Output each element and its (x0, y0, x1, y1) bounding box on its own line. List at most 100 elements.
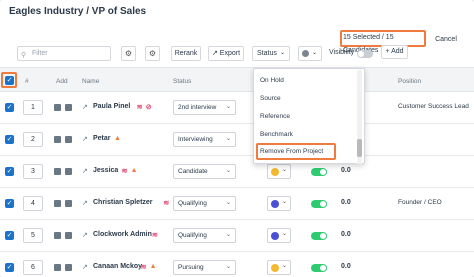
rating-dot (271, 264, 279, 272)
chevron-down-icon: ⌄ (225, 168, 231, 174)
chevron-down-icon: ⌄ (225, 104, 231, 110)
rating-select[interactable]: ⌄ (267, 164, 291, 179)
candidates-panel: Eagles Industry / VP of Sales 15 Selecte… (0, 0, 474, 277)
menu-item-on-hold[interactable]: On Hold (260, 77, 284, 84)
row-checkbox[interactable]: ✓ (5, 231, 14, 240)
table-row[interactable]: ✓ 1 ↗ Paula Pinel ≋ ⊘ 2nd interview ⌄ Customer S… (0, 92, 474, 124)
score: 0.0 (341, 263, 351, 270)
rating-select[interactable]: ⌄ (267, 228, 291, 243)
color-dot (302, 50, 309, 57)
chevron-down-icon: ⌄ (225, 264, 231, 270)
candidate-name[interactable]: Clockwork Admin (93, 231, 152, 238)
candidate-name[interactable]: Christian Spletzer (93, 199, 153, 206)
score: 0.0 (341, 167, 351, 174)
row-checkbox[interactable]: ✓ (5, 103, 14, 112)
chevron-down-icon: ⌄ (282, 263, 288, 269)
candidate-name[interactable]: Canaan Mckoy (93, 263, 142, 270)
candidate-name[interactable]: Jessica (93, 167, 118, 174)
page-title: Eagles Industry / VP of Sales (9, 6, 147, 17)
status-value: Pursuing (178, 264, 204, 271)
doc-icon[interactable] (54, 264, 61, 271)
block-icon: ⊘ (145, 104, 152, 111)
link-icon[interactable]: ↗ (82, 167, 88, 175)
status-select[interactable]: Qualifying ⌄ (173, 196, 236, 211)
status-select[interactable]: Pursuing ⌄ (173, 260, 236, 275)
rating-dot (271, 200, 279, 208)
score: 0.0 (341, 199, 351, 206)
table-row[interactable]: ✓ 3 ↗ Jessica ≋ ▲ Candidate ⌄ ⌄ 0.0 (0, 156, 474, 188)
link-icon[interactable]: ↗ (82, 199, 88, 207)
rating-select[interactable]: ⌄ (267, 260, 291, 275)
doc-icon[interactable] (54, 168, 61, 175)
status-dropdown[interactable]: Status ⌄ (252, 46, 290, 61)
doc-icon[interactable] (54, 200, 61, 207)
doc-icon[interactable] (54, 232, 61, 239)
menu-item-reference[interactable]: Reference (260, 113, 290, 120)
rank-input[interactable]: 6 (23, 260, 43, 275)
candidate-name[interactable]: Petar (93, 135, 111, 142)
rank-input[interactable]: 5 (23, 228, 43, 243)
menu-scroll-thumb[interactable] (357, 139, 362, 157)
link-icon[interactable]: ↗ (82, 231, 88, 239)
export-button[interactable]: ↗ Export (208, 46, 244, 61)
table-header: ✓ # Add Name Status Position (0, 67, 474, 92)
note-icon[interactable] (65, 200, 72, 207)
status-select[interactable]: Qualifying ⌄ (173, 228, 236, 243)
cancel-button[interactable]: Cancel (429, 32, 463, 47)
link-icon[interactable]: ↗ (82, 135, 88, 143)
filter-input[interactable]: ⚲ Filter (17, 46, 111, 61)
visibility-toggle[interactable] (357, 50, 373, 58)
flag-icon: ≋ (140, 264, 147, 271)
export-label: Export (219, 50, 241, 57)
menu-item-source[interactable]: Source (260, 95, 281, 102)
table-row[interactable]: ✓ 6 ↗ Canaan Mckoy ≋ ▲ Pursuing ⌄ ⌄ 0.0 (0, 252, 474, 277)
visibility-toggle[interactable] (311, 168, 327, 176)
rank-input[interactable]: 2 (23, 132, 43, 147)
table-row[interactable]: ✓ 2 ↗ Petar ▲ Interviewing ⌄ (0, 124, 474, 156)
chevron-down-icon: ⌄ (225, 136, 231, 142)
visibility-toggle[interactable] (311, 200, 327, 208)
row-checkbox[interactable]: ✓ (5, 167, 14, 176)
rating-select[interactable]: ⌄ (267, 196, 291, 211)
rank-input[interactable]: 4 (23, 196, 43, 211)
select-all-checkbox[interactable]: ✓ (5, 76, 14, 85)
settings-icon[interactable]: ⚙ (145, 46, 160, 61)
table-row[interactable]: ✓ 4 ↗ Christian Spletzer ≋ Qualifying ⌄ ⌄ 0.0 Fou… (0, 188, 474, 220)
link-icon[interactable]: ↗ (82, 263, 88, 271)
rank-input[interactable]: 3 (23, 164, 43, 179)
note-icon[interactable] (65, 136, 72, 143)
menu-item-benchmark[interactable]: Benchmark (260, 131, 293, 138)
add-button[interactable]: + Add (381, 45, 408, 59)
visibility-toggle[interactable] (311, 232, 327, 240)
note-icon[interactable] (65, 168, 72, 175)
color-dropdown[interactable]: ⌄ (298, 46, 322, 61)
rank-input[interactable]: 1 (23, 100, 43, 115)
chevron-down-icon: ⌄ (312, 50, 318, 56)
doc-icon[interactable] (54, 104, 61, 111)
status-dropdown-label: Status (257, 50, 277, 57)
row-checkbox[interactable]: ✓ (5, 263, 14, 272)
visibility-toggle[interactable] (311, 264, 327, 272)
visibility-label: Visibility (329, 49, 355, 56)
rerank-button[interactable]: Rerank (171, 46, 201, 61)
menu-item-remove-from-project[interactable]: Remove From Project (260, 148, 323, 155)
col-position: Position (398, 78, 422, 85)
col-status: Status (173, 78, 192, 85)
table-row[interactable]: ✓ 5 ↗ Clockwork Admin ≋ Qualifying ⌄ ⌄ 0.0 (0, 220, 474, 252)
status-select[interactable]: 2nd interview ⌄ (173, 100, 236, 115)
status-select[interactable]: Candidate ⌄ (173, 164, 236, 179)
chevron-down-icon: ⌄ (225, 200, 231, 206)
row-checkbox[interactable]: ✓ (5, 135, 14, 144)
note-icon[interactable] (65, 264, 72, 271)
candidate-name[interactable]: Paula Pinel (93, 103, 130, 110)
gear-icon[interactable]: ⚙ (121, 46, 136, 61)
filter-placeholder: Filter (32, 50, 48, 57)
doc-icon[interactable] (54, 136, 61, 143)
note-icon[interactable] (65, 104, 72, 111)
warning-icon: ▲ (130, 167, 138, 174)
status-value: Interviewing (178, 136, 213, 143)
link-icon[interactable]: ↗ (82, 103, 88, 111)
note-icon[interactable] (65, 232, 72, 239)
row-checkbox[interactable]: ✓ (5, 199, 14, 208)
status-select[interactable]: Interviewing ⌄ (173, 132, 236, 147)
